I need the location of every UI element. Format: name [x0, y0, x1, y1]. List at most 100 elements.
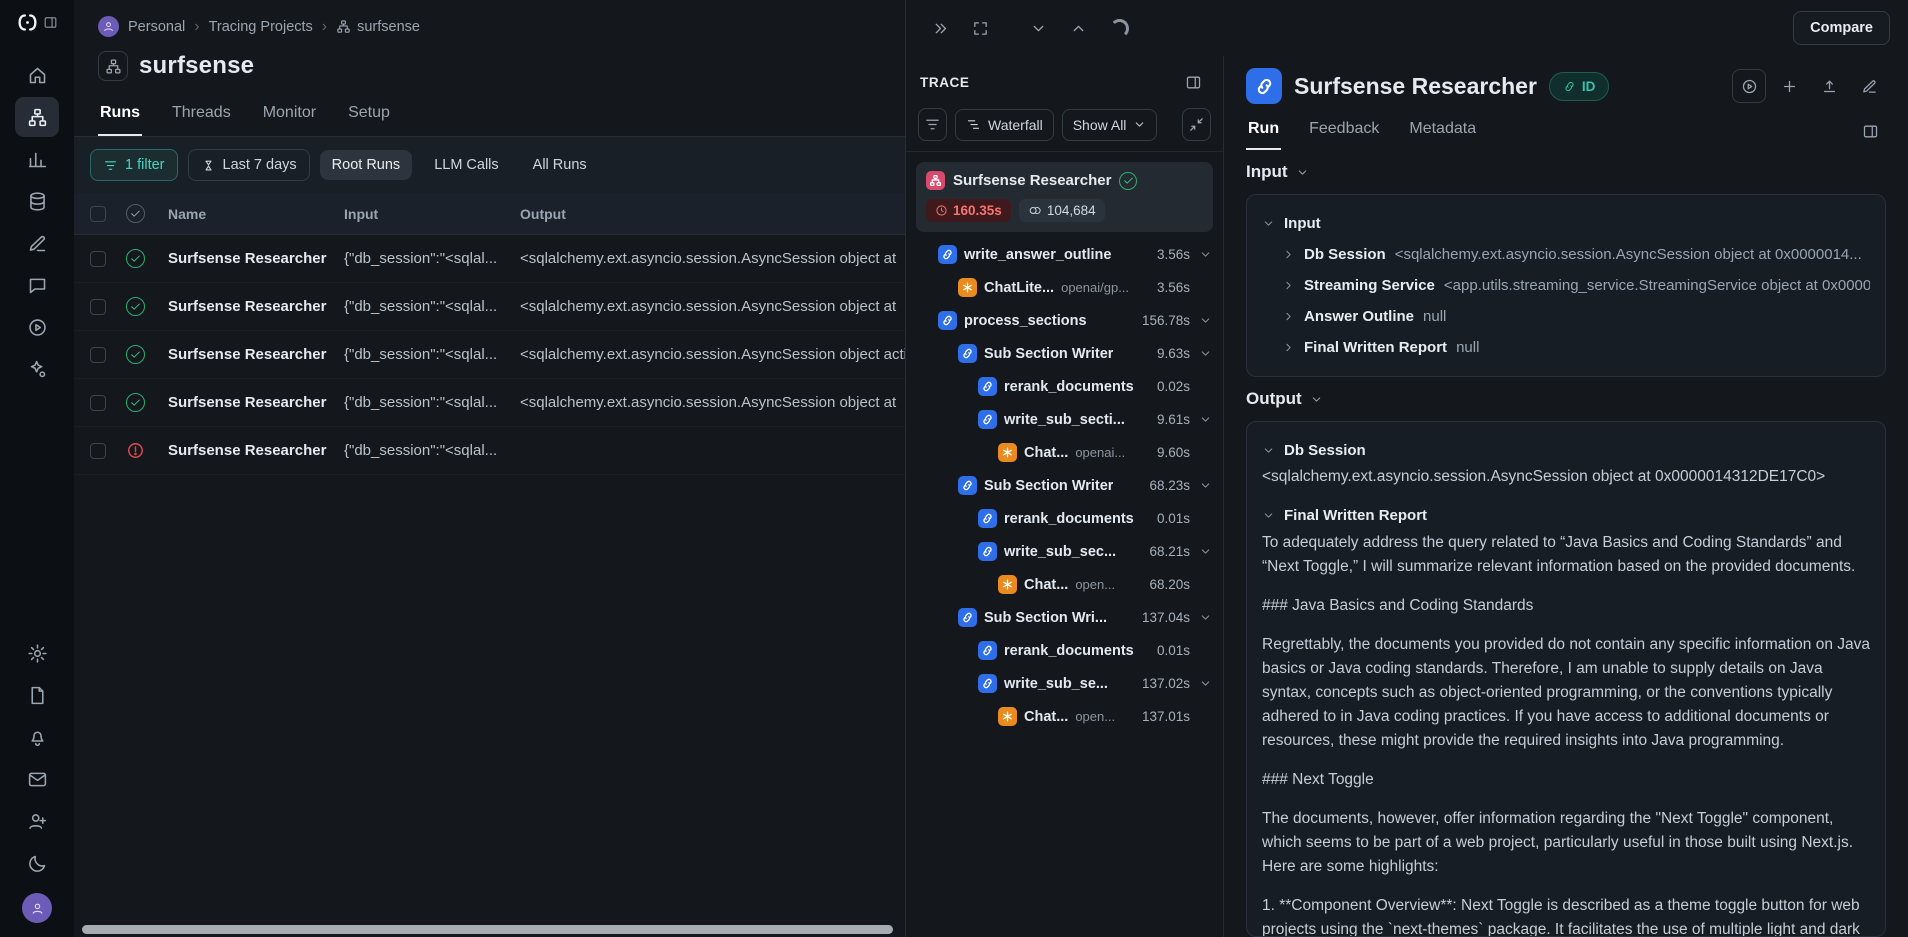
- settings-gear-icon[interactable]: [15, 633, 59, 673]
- chevron-down-icon[interactable]: [1199, 413, 1212, 426]
- column-name[interactable]: Name: [168, 206, 344, 222]
- row-checkbox[interactable]: [90, 443, 106, 459]
- breadcrumb-project[interactable]: surfsense: [336, 19, 420, 35]
- chevron-down-icon[interactable]: [1199, 677, 1212, 690]
- workspace-avatar[interactable]: [98, 16, 119, 37]
- fullscreen-icon[interactable]: [964, 12, 996, 44]
- output-section-header[interactable]: Output: [1246, 389, 1886, 409]
- trace-node[interactable]: process_sections 156.78s: [916, 304, 1213, 337]
- output-db-session-row[interactable]: Db Session: [1262, 435, 1870, 466]
- horizontal-scrollbar[interactable]: [82, 925, 893, 934]
- row-checkbox[interactable]: [90, 347, 106, 363]
- chevron-right-icon: [1282, 341, 1295, 354]
- tree-filter-icon[interactable]: [918, 108, 947, 141]
- column-input[interactable]: Input: [344, 206, 520, 222]
- next-run-chevron-down-icon[interactable]: [1022, 12, 1054, 44]
- input-field-row[interactable]: Answer Outline null: [1262, 301, 1870, 332]
- trace-node[interactable]: Sub Section Writer 68.23s: [916, 469, 1213, 502]
- trace-node[interactable]: Chat... open... 137.01s: [916, 700, 1213, 733]
- annotate-pencil-icon[interactable]: [1852, 69, 1886, 103]
- trace-node[interactable]: write_sub_se... 137.02s: [916, 667, 1213, 700]
- filter-count-chip[interactable]: 1 filter: [90, 149, 178, 181]
- trace-node[interactable]: rerank_documents 0.01s: [916, 502, 1213, 535]
- trace-node[interactable]: write_sub_secti... 9.61s: [916, 403, 1213, 436]
- tab-metadata[interactable]: Metadata: [1407, 112, 1478, 150]
- report-paragraph: 1. **Component Overview**: Next Toggle i…: [1262, 894, 1870, 937]
- input-field-row[interactable]: Streaming Service <app.utils.streaming_s…: [1262, 270, 1870, 301]
- row-checkbox[interactable]: [90, 395, 106, 411]
- nav-tracing-projects[interactable]: [15, 97, 59, 137]
- input-root-row[interactable]: Input: [1262, 208, 1870, 239]
- table-row[interactable]: Surfsense Researcher {"db_session":"<sql…: [74, 283, 905, 331]
- docs-icon[interactable]: [15, 675, 59, 715]
- breadcrumb-tracing-projects[interactable]: Tracing Projects: [209, 19, 313, 35]
- db-session-value: <sqlalchemy.ext.asyncio.session.AsyncSes…: [1262, 468, 1870, 486]
- trace-node[interactable]: rerank_documents 0.02s: [916, 370, 1213, 403]
- mail-icon[interactable]: [15, 759, 59, 799]
- row-checkbox[interactable]: [90, 251, 106, 267]
- nav-annotation-queues[interactable]: [15, 223, 59, 263]
- input-field-row[interactable]: Db Session <sqlalchemy.ext.asyncio.sessi…: [1262, 239, 1870, 270]
- previous-run-chevron-up-icon[interactable]: [1062, 12, 1094, 44]
- table-row[interactable]: Surfsense Researcher {"db_session":"<sql…: [74, 235, 905, 283]
- sidebar-toggle-icon[interactable]: [43, 15, 58, 34]
- trace-node[interactable]: write_sub_sec... 68.21s: [916, 535, 1213, 568]
- user-avatar[interactable]: [22, 893, 52, 923]
- chevron-down-icon[interactable]: [1199, 347, 1212, 360]
- nav-playground[interactable]: [15, 307, 59, 347]
- tab-setup[interactable]: Setup: [346, 95, 392, 136]
- notifications-bell-icon[interactable]: [15, 717, 59, 757]
- chevron-down-icon[interactable]: [1199, 314, 1212, 327]
- chevron-down-icon[interactable]: [1199, 479, 1212, 492]
- segment-all-runs[interactable]: All Runs: [521, 150, 599, 180]
- tab-run[interactable]: Run: [1246, 112, 1281, 150]
- table-row[interactable]: Surfsense Researcher {"db_session":"<sql…: [74, 379, 905, 427]
- segment-llm-calls[interactable]: LLM Calls: [422, 150, 510, 180]
- tab-runs[interactable]: Runs: [98, 95, 142, 136]
- success-status-icon: [126, 297, 145, 316]
- nav-deployments[interactable]: [15, 349, 59, 389]
- input-field-row[interactable]: Final Written Report null: [1262, 332, 1870, 363]
- add-to-dataset-icon[interactable]: [1772, 69, 1806, 103]
- invite-user-icon[interactable]: [15, 801, 59, 841]
- table-row[interactable]: Surfsense Researcher {"db_session":"<sql…: [74, 331, 905, 379]
- nav-prompts[interactable]: [15, 265, 59, 305]
- trace-node[interactable]: rerank_documents 0.01s: [916, 634, 1213, 667]
- chevron-down-icon[interactable]: [1199, 248, 1212, 261]
- panel-toggle-icon[interactable]: [1177, 66, 1209, 98]
- open-in-playground-icon[interactable]: [1732, 69, 1766, 103]
- theme-moon-icon[interactable]: [15, 843, 59, 883]
- date-range-chip[interactable]: Last 7 days: [188, 149, 310, 181]
- output-report-row[interactable]: Final Written Report: [1262, 500, 1870, 531]
- trace-node[interactable]: Chat... openai... 9.60s: [916, 436, 1213, 469]
- chevron-down-icon[interactable]: [1199, 545, 1212, 558]
- share-upload-icon[interactable]: [1812, 69, 1846, 103]
- trace-root-node[interactable]: Surfsense Researcher 160.35s 104,684: [916, 162, 1213, 232]
- row-checkbox[interactable]: [90, 299, 106, 315]
- select-all-checkbox[interactable]: [90, 206, 106, 222]
- tab-monitor[interactable]: Monitor: [261, 95, 318, 136]
- waterfall-button[interactable]: Waterfall: [955, 109, 1054, 141]
- breadcrumb-personal[interactable]: Personal: [128, 19, 185, 35]
- run-id-badge[interactable]: ID: [1549, 72, 1610, 101]
- nav-datasets[interactable]: [15, 181, 59, 221]
- collapse-all-icon[interactable]: [1182, 108, 1211, 141]
- trace-node[interactable]: Sub Section Writer 9.63s: [916, 337, 1213, 370]
- compare-button[interactable]: Compare: [1793, 11, 1890, 45]
- trace-node[interactable]: Chat... open... 68.20s: [916, 568, 1213, 601]
- trace-node[interactable]: write_answer_outline 3.56s: [916, 238, 1213, 271]
- column-output[interactable]: Output: [520, 206, 905, 222]
- show-all-dropdown[interactable]: Show All: [1062, 109, 1158, 141]
- trace-node[interactable]: ChatLite... openai/gp... 3.56s: [916, 271, 1213, 304]
- double-chevron-right-icon[interactable]: [924, 12, 956, 44]
- tab-threads[interactable]: Threads: [170, 95, 233, 136]
- input-section-header[interactable]: Input: [1246, 162, 1886, 182]
- nav-home[interactable]: [15, 55, 59, 95]
- segment-root-runs[interactable]: Root Runs: [320, 150, 413, 180]
- nav-dashboards[interactable]: [15, 139, 59, 179]
- tab-feedback[interactable]: Feedback: [1307, 112, 1381, 150]
- chevron-down-icon[interactable]: [1199, 611, 1212, 624]
- trace-node[interactable]: Sub Section Wri... 137.04s: [916, 601, 1213, 634]
- table-row[interactable]: Surfsense Researcher {"db_session":"<sql…: [74, 427, 905, 475]
- panel-toggle-icon[interactable]: [1854, 115, 1886, 147]
